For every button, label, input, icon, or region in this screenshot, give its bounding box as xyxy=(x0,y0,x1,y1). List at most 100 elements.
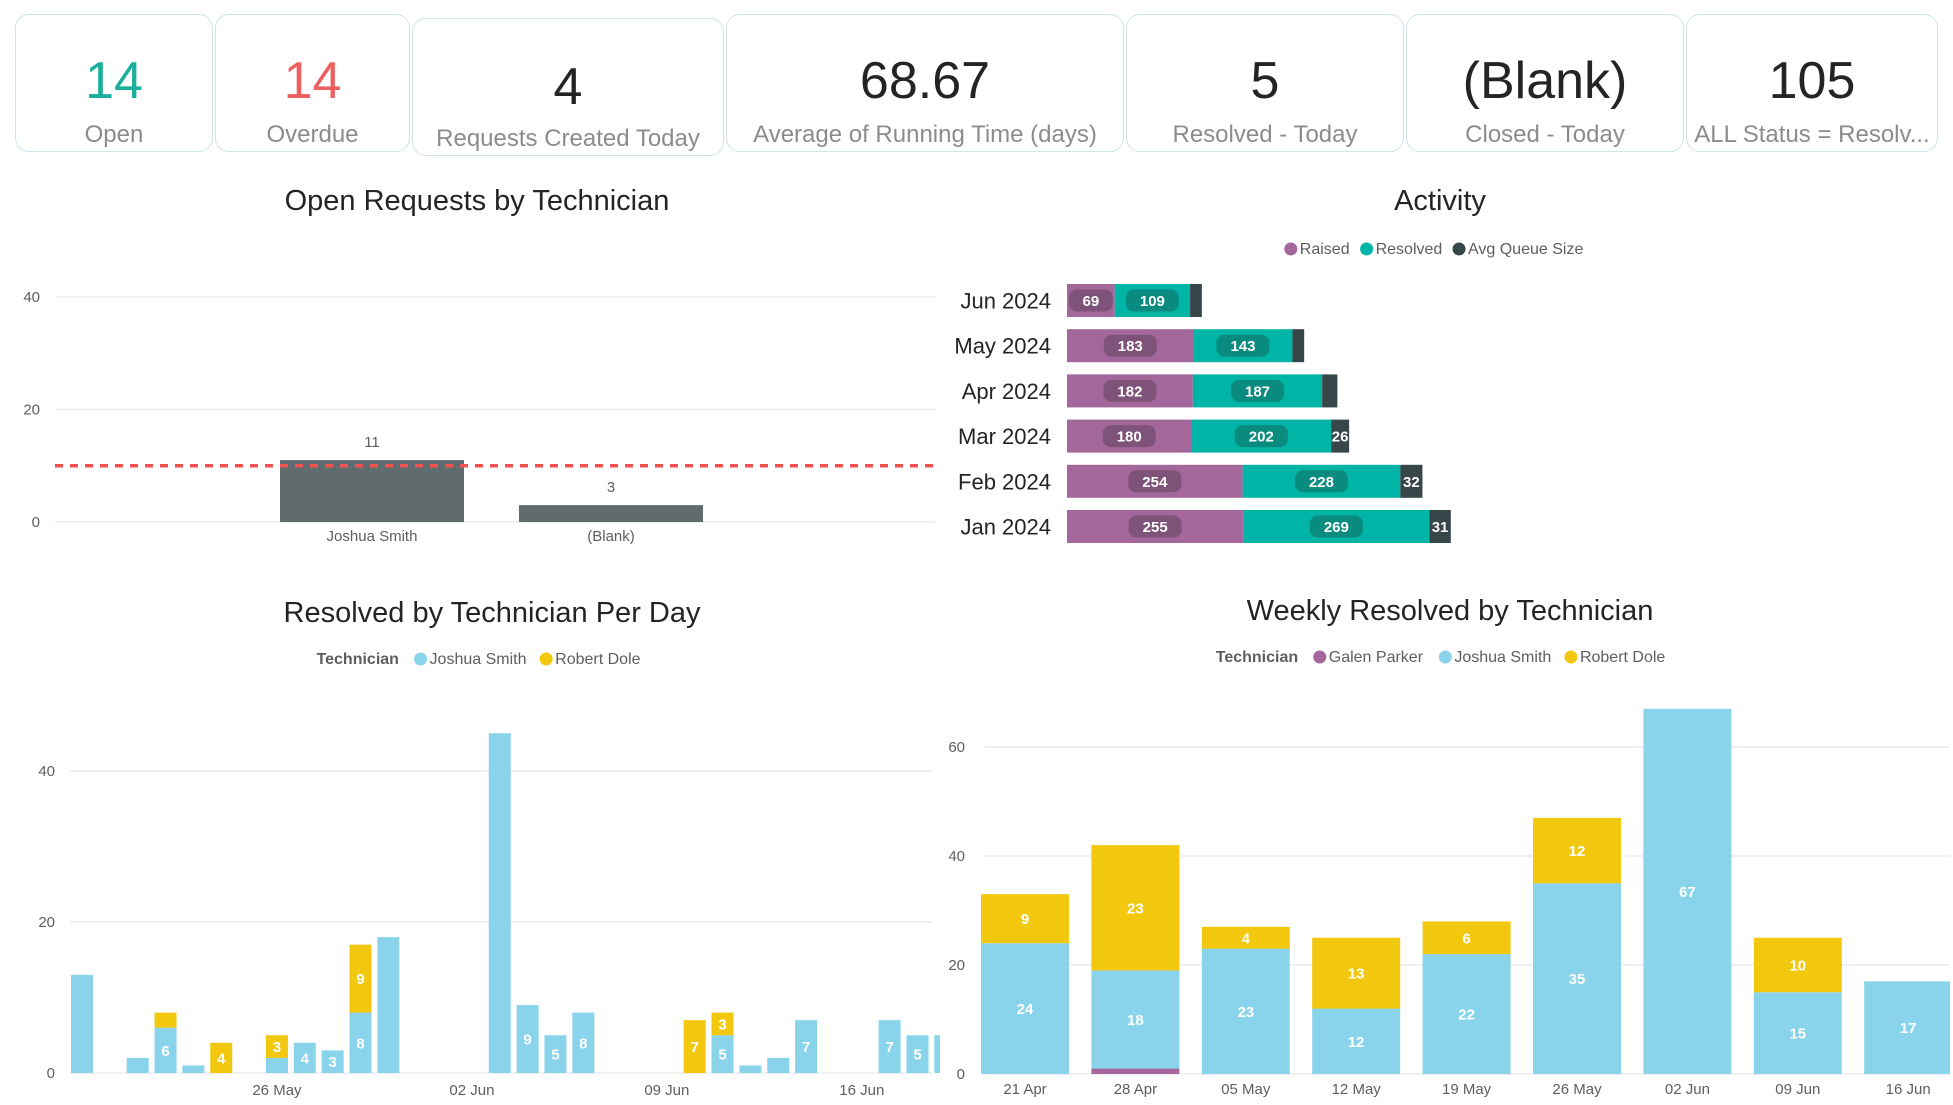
data-label: 180 xyxy=(1117,429,1142,446)
data-label: 7 xyxy=(802,1039,810,1056)
bar-segment xyxy=(488,733,511,1073)
legend-marker xyxy=(1452,242,1466,256)
data-label: 228 xyxy=(1309,474,1334,491)
legend-label: Resolved xyxy=(1376,241,1443,258)
y-tick-label: 20 xyxy=(23,402,40,419)
bar-segment xyxy=(71,974,93,1073)
legend-marker xyxy=(539,652,553,666)
kpi-card-closed-today: (Blank) Closed - Today xyxy=(1406,14,1684,152)
data-label: 109 xyxy=(1140,293,1165,310)
kpi-card-resolved-today: 5 Resolved - Today xyxy=(1126,14,1404,152)
category-label: Apr 2024 xyxy=(962,379,1051,404)
y-tick-label: 40 xyxy=(23,289,40,306)
legend-label: Robert Dole xyxy=(1580,649,1665,666)
bar-segment xyxy=(265,1057,288,1073)
kpi-label: Resolved - Today xyxy=(1172,123,1358,147)
data-label: 15 xyxy=(1789,1026,1806,1043)
category-label: Jun 2024 xyxy=(960,289,1051,314)
data-label: 10 xyxy=(1789,958,1806,975)
bar-segment xyxy=(1292,329,1305,363)
category-label: Jan 2024 xyxy=(960,515,1051,540)
kpi-label: Open xyxy=(84,123,144,147)
bar-segment xyxy=(1322,374,1338,408)
data-label: 182 xyxy=(1117,383,1142,400)
x-tick-label: 02 Jun xyxy=(449,1082,494,1099)
x-tick-label: 05 May xyxy=(1221,1081,1271,1098)
data-label: 13 xyxy=(1348,966,1365,983)
data-label: 187 xyxy=(1245,383,1270,400)
data-label: 143 xyxy=(1230,338,1255,355)
data-label: 23 xyxy=(1237,1004,1254,1021)
category-label: May 2024 xyxy=(954,334,1051,359)
legend-marker xyxy=(1284,242,1298,256)
data-label: 31 xyxy=(1432,519,1449,536)
legend-title: Technician xyxy=(317,651,399,668)
data-label: 24 xyxy=(1017,1001,1034,1018)
kpi-value: 14 xyxy=(283,52,342,110)
bar-segment xyxy=(126,1057,149,1073)
x-tick-label: 09 Jun xyxy=(1775,1081,1820,1098)
activity-chart: Activity Raised Resolved Avg Queue Size Jun… xyxy=(954,185,1583,543)
data-label: 22 xyxy=(1458,1007,1475,1024)
legend-label: Avg Queue Size xyxy=(1468,241,1583,258)
kpi-value: 14 xyxy=(85,52,143,110)
kpi-label: Average of Running Time (days) xyxy=(753,123,1097,147)
legend-marker xyxy=(1564,650,1578,664)
data-label: 4 xyxy=(1242,930,1251,947)
x-tick-label: 26 May xyxy=(1552,1081,1602,1098)
x-tick-label: 21 Apr xyxy=(1003,1081,1046,1098)
kpi-value: 5 xyxy=(1250,52,1280,110)
x-tick-label: 02 Jun xyxy=(1665,1081,1710,1098)
x-tick-label: 28 Apr xyxy=(1114,1081,1157,1098)
data-label: 26 xyxy=(1332,429,1349,446)
kpi-value: 4 xyxy=(553,58,583,116)
y-tick-label: 0 xyxy=(957,1066,965,1083)
data-label: 6 xyxy=(161,1043,169,1060)
data-label: 69 xyxy=(1083,293,1100,310)
kpi-card-average-running-time: 68.67 Average of Running Time (days) xyxy=(726,14,1124,152)
data-label: 35 xyxy=(1569,971,1586,988)
data-label: 183 xyxy=(1118,338,1143,355)
kpi-card-overdue: 14 Overdue xyxy=(215,14,410,152)
x-tick-label: 19 May xyxy=(1442,1081,1492,1098)
data-label: 4 xyxy=(217,1050,226,1067)
chart-title: Open Requests by Technician xyxy=(285,185,670,217)
data-label: 8 xyxy=(356,1035,364,1052)
category-label: Mar 2024 xyxy=(958,424,1051,449)
chart-title: Resolved by Technician Per Day xyxy=(284,597,701,629)
x-tick-label: Joshua Smith xyxy=(327,528,418,545)
data-label: 5 xyxy=(913,1047,921,1064)
legend-label: Robert Dole xyxy=(555,651,640,668)
kpi-label: Requests Created Today xyxy=(436,127,700,151)
y-tick-label: 40 xyxy=(948,848,965,865)
data-label: 5 xyxy=(551,1047,559,1064)
legend-label: Joshua Smith xyxy=(430,651,527,668)
y-tick-label: 0 xyxy=(47,1065,55,1082)
data-label: 12 xyxy=(1348,1034,1365,1051)
data-label: 4 xyxy=(301,1050,310,1067)
data-label: 7 xyxy=(691,1039,699,1056)
data-label: 67 xyxy=(1679,884,1696,901)
chart-title: Activity xyxy=(1394,185,1486,217)
y-tick-label: 20 xyxy=(948,957,965,974)
x-tick-label: 16 Jun xyxy=(1886,1081,1931,1098)
data-label: 9 xyxy=(356,971,364,988)
bar-segment xyxy=(767,1057,790,1073)
kpi-label: Overdue xyxy=(266,123,359,147)
y-tick-label: 60 xyxy=(948,739,965,756)
data-label: 32 xyxy=(1403,474,1420,491)
legend-label: Galen Parker xyxy=(1329,649,1424,666)
data-label: 255 xyxy=(1143,519,1168,536)
kpi-value: 68.67 xyxy=(859,52,991,110)
y-tick-label: 0 xyxy=(32,514,40,531)
kpi-card-all-status-resolved: 105 ALL Status = Resolv... xyxy=(1686,14,1938,152)
data-label: 17 xyxy=(1900,1020,1917,1037)
chart-title: Weekly Resolved by Technician xyxy=(1247,595,1654,627)
bar-segment xyxy=(182,1065,205,1073)
data-label: 7 xyxy=(885,1039,893,1056)
x-tick-label: 16 Jun xyxy=(839,1082,884,1099)
legend-title: Technician xyxy=(1216,649,1298,666)
kpi-value: (Blank) xyxy=(1462,52,1628,110)
bar-data-label: 3 xyxy=(607,479,615,496)
weekly-resolved-chart: Weekly Resolved by Technician Technician… xyxy=(948,595,1950,1098)
